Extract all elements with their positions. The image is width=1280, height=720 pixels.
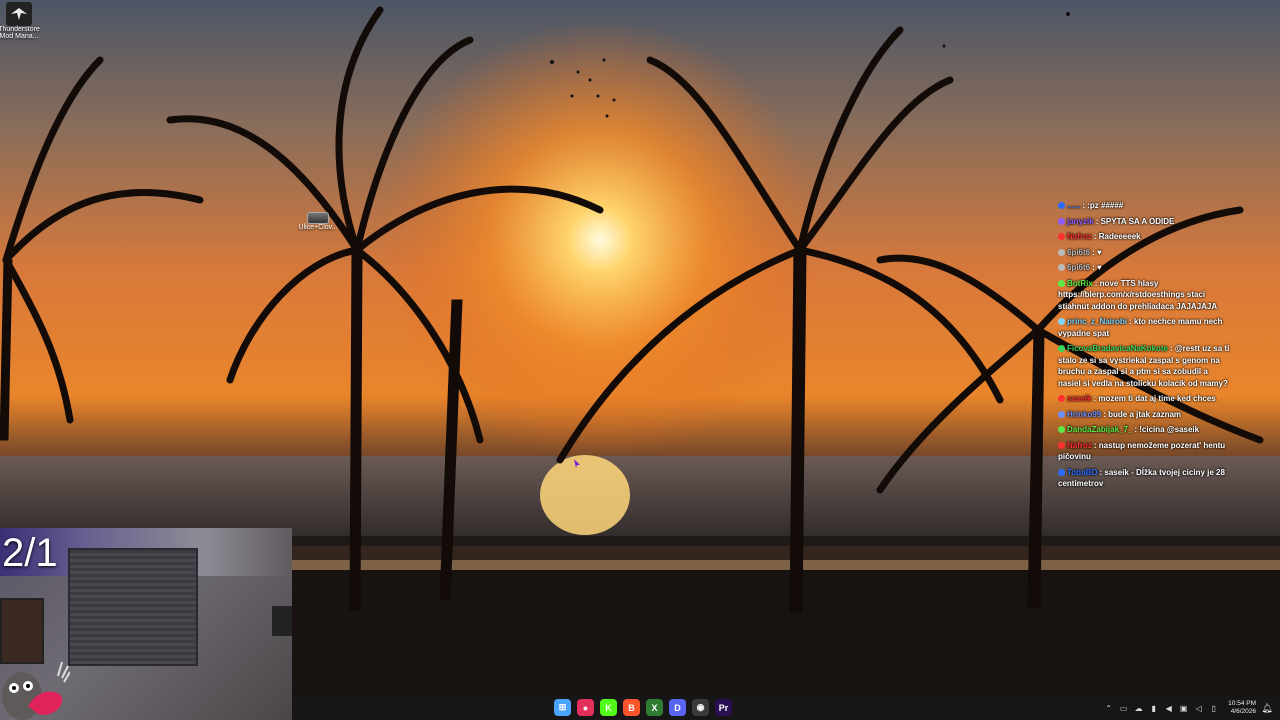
- stream-chat-overlay: ......: :pz ##### janyzik: SPYTA SA A ODI…: [1058, 200, 1230, 494]
- chat-badge-icon: [1058, 279, 1065, 287]
- chat-badge-icon: [1058, 233, 1065, 240]
- taskbar-apps: ⊞ ● K B X D ◉ Pr: [554, 699, 732, 716]
- chat-message: ......: :pz #####: [1058, 200, 1230, 212]
- desktop-icon-label: Ulice+Clov...: [298, 224, 338, 231]
- chat-badge-icon: [1058, 318, 1065, 325]
- taskbar: ⊞ ● K B X D ◉ Pr ⌃ ▭ ☁ ▮ ◀ ▣ ◁ ▯ 10:54 PM 4/6/2…: [292, 696, 1280, 720]
- clock-date: 4/6/2026: [1230, 708, 1256, 715]
- battery-icon[interactable]: ▯: [1209, 704, 1218, 713]
- chat-text: ♥: [1097, 247, 1102, 257]
- volume-icon[interactable]: ◁: [1194, 704, 1203, 713]
- desktop-icon-video-file[interactable]: Ulice+Clov...: [298, 212, 338, 231]
- webcam-speaker: [272, 606, 292, 636]
- chat-text: ♥: [1097, 263, 1102, 272]
- xbox-icon[interactable]: X: [646, 699, 663, 716]
- chat-message: TobaBO: saseik - Dĺžka tvojej ciciny je …: [1058, 467, 1230, 490]
- chat-text: Radeeeeek: [1098, 232, 1141, 241]
- desktop-icon-label: Thunderstore Mod Mana...: [0, 26, 40, 40]
- speaker-icon[interactable]: ◀: [1164, 704, 1173, 713]
- windows-start-icon[interactable]: ⊞: [554, 699, 571, 716]
- microphone-icon[interactable]: ▮: [1149, 704, 1158, 713]
- mouse-cursor-icon: [574, 459, 580, 468]
- chat-badge-icon: [1058, 426, 1065, 433]
- chat-username: 6pi6t6: [1067, 247, 1091, 257]
- chat-badge-icon: [1058, 217, 1065, 225]
- system-tray: ⌃ ▭ ☁ ▮ ◀ ▣ ◁ ▯ 10:54 PM 4/6/2026 🔔︎: [1104, 696, 1272, 720]
- map-pin-icon[interactable]: ●: [577, 699, 594, 716]
- chat-message: 6pi6t6: ♥: [1058, 247, 1230, 259]
- kick-icon[interactable]: K: [600, 699, 617, 716]
- chat-badge-icon: [1058, 468, 1065, 476]
- chat-message: BotRix: nove TTS hlasy https://blerp.com…: [1058, 278, 1230, 313]
- thunderstore-icon: [6, 2, 32, 26]
- webcam-window-blind: [68, 548, 198, 666]
- chat-username: TobaBO: [1067, 467, 1098, 477]
- chat-badge-icon: [1058, 441, 1065, 449]
- chat-username: saseik: [1067, 394, 1092, 403]
- brave-browser-icon[interactable]: B: [623, 699, 640, 716]
- chevron-up-icon[interactable]: ⌃: [1104, 704, 1113, 713]
- chat-message: Hrinko99: bude a jtak zaznam: [1058, 409, 1230, 421]
- chat-message: janyzik: SPYTA SA A ODIDE: [1058, 216, 1230, 228]
- chat-badge-icon: [1058, 202, 1065, 209]
- chat-username: DandaZabijak_7_: [1067, 425, 1133, 434]
- chat-username: princ_z_Nairobi: [1067, 317, 1128, 326]
- taskbar-clock[interactable]: 10:54 PM 4/6/2026: [1228, 700, 1256, 716]
- chat-badge-icon: [1058, 264, 1065, 271]
- onedrive-icon[interactable]: ☁: [1134, 704, 1143, 713]
- premiere-pro-icon[interactable]: Pr: [715, 699, 732, 716]
- chat-username: Nafroz: [1067, 440, 1092, 450]
- webcam-wall-picture: [0, 598, 44, 664]
- chat-message: 6pi6t6: ♥: [1058, 262, 1230, 274]
- clock-time: 10:54 PM: [1228, 700, 1256, 707]
- desktop-icon-thunderstore[interactable]: Thunderstore Mod Mana...: [0, 2, 40, 40]
- mascot-icon: [2, 661, 70, 720]
- chat-text: :pz #####: [1087, 201, 1124, 210]
- chat-message: saseik: mozem ti dat aj time ked chces: [1058, 393, 1230, 405]
- network-icon[interactable]: ▣: [1179, 704, 1188, 713]
- chat-text: bude a jtak zaznam: [1108, 409, 1182, 419]
- chat-text: mozem ti dat aj time ked chces: [1098, 394, 1216, 403]
- chat-username: janyzik: [1067, 216, 1094, 226]
- chat-username: BotRix: [1067, 278, 1093, 288]
- notification-bell-icon[interactable]: 🔔︎: [1261, 703, 1272, 713]
- folder-icon[interactable]: ▭: [1119, 704, 1128, 713]
- chat-message: Nafroz: Radeeeeek: [1058, 231, 1230, 243]
- chat-message: DandaZabijak_7_: !cicina @saseik: [1058, 424, 1230, 436]
- chat-text: !cicina @saseik: [1139, 425, 1200, 434]
- obs-icon[interactable]: ◉: [692, 699, 709, 716]
- video-file-icon: [307, 212, 329, 224]
- chat-message: Nafroz: nastup nemožeme pozerat' hentu p…: [1058, 440, 1230, 463]
- chat-badge-icon: [1058, 395, 1065, 402]
- chat-message: FicovaBradavicaNaKokote: @restt uz sa ti…: [1058, 343, 1230, 389]
- discord-icon[interactable]: D: [669, 699, 686, 716]
- webcam-counter: 2/1: [2, 531, 58, 575]
- chat-username: FicovaBradavicaNaKokote: [1067, 344, 1168, 353]
- chat-badge-icon: [1058, 345, 1065, 352]
- chat-username: 6pi6t6: [1067, 263, 1091, 272]
- chat-username: ......: [1067, 201, 1081, 210]
- chat-text: SPYTA SA A ODIDE: [1100, 216, 1175, 226]
- chat-username: Nafroz: [1067, 232, 1092, 241]
- chat-badge-icon: [1058, 248, 1065, 256]
- chat-badge-icon: [1058, 410, 1065, 418]
- chat-username: Hrinko99: [1067, 409, 1102, 419]
- chat-message: princ_z_Nairobi: kto nechce mamu nech vy…: [1058, 316, 1230, 339]
